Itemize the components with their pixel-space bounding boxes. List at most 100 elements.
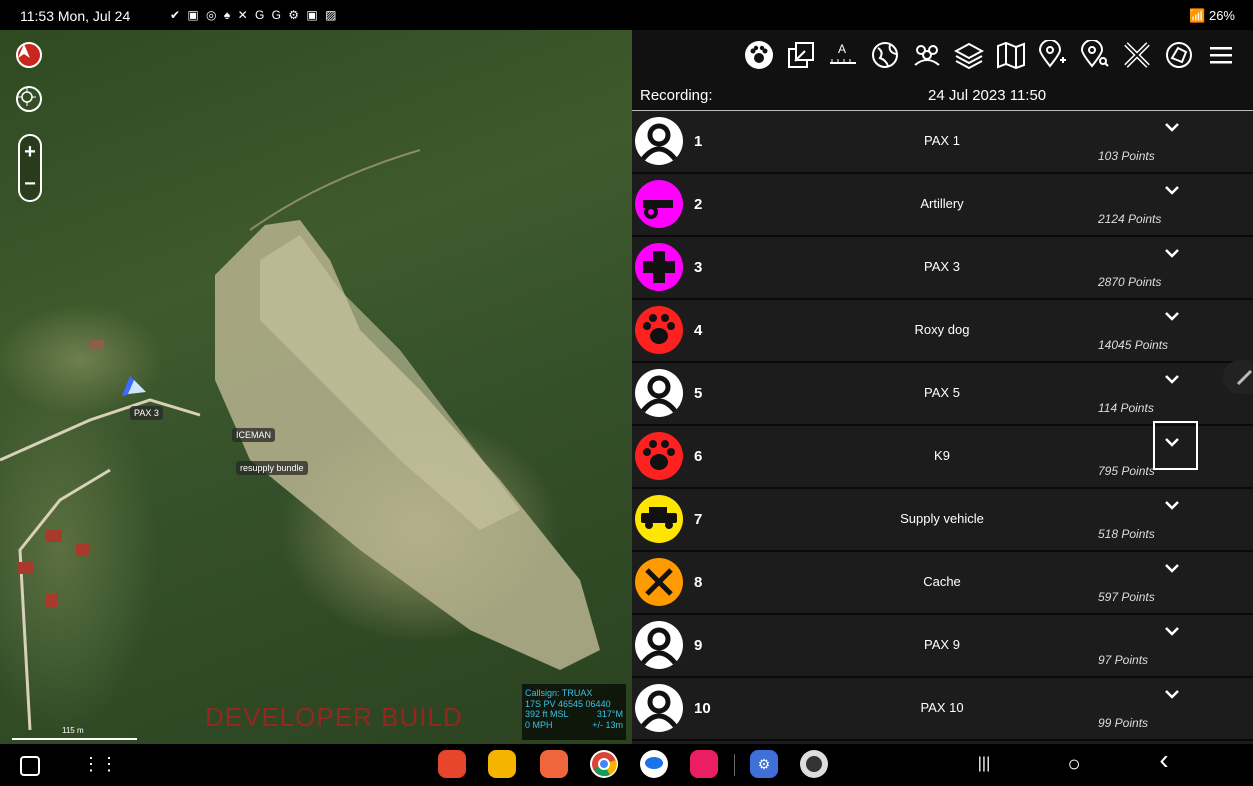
recording-label: Recording: bbox=[640, 87, 713, 104]
edit-pencil-button[interactable] bbox=[1223, 360, 1253, 394]
track-points: 114 Points bbox=[1098, 401, 1154, 415]
group-icon[interactable] bbox=[909, 37, 945, 73]
paw-icon bbox=[635, 432, 683, 480]
chevron-down-icon[interactable] bbox=[1164, 497, 1180, 515]
chevron-down-icon[interactable] bbox=[1164, 371, 1180, 389]
track-row[interactable]: 5 PAX 5 114 Points bbox=[632, 363, 1253, 426]
recording-header: Recording: 24 Jul 2023 11:50 bbox=[632, 80, 1253, 111]
track-row[interactable]: 10 PAX 10 99 Points bbox=[632, 678, 1253, 741]
track-number: 5 bbox=[694, 385, 703, 402]
pencil-icon bbox=[1236, 369, 1253, 386]
track-name: PAX 1 bbox=[924, 133, 960, 148]
chevron-down-icon[interactable] bbox=[1164, 308, 1180, 326]
messages-app-icon[interactable] bbox=[640, 750, 668, 778]
zoom-out-button[interactable]: − bbox=[20, 168, 40, 200]
track-name: Cache bbox=[923, 574, 961, 589]
track-points: 518 Points bbox=[1098, 527, 1155, 541]
clock: 11:53 Mon, Jul 24 bbox=[20, 8, 131, 24]
track-points: 597 Points bbox=[1098, 590, 1155, 604]
track-row[interactable]: 4 Roxy dog 14045 Points bbox=[632, 300, 1253, 363]
chevron-down-icon[interactable] bbox=[1164, 119, 1180, 137]
track-list-panel: A Recording: 24 Jul 2023 11:50 1 PAX 1 1… bbox=[632, 30, 1253, 744]
screen-icon[interactable] bbox=[20, 756, 40, 776]
chevron-down-icon[interactable] bbox=[1164, 245, 1180, 263]
track-name: Artillery bbox=[920, 196, 964, 211]
tools-icon bbox=[635, 558, 683, 606]
folder-app-icon[interactable] bbox=[488, 750, 516, 778]
person-icon bbox=[635, 369, 683, 417]
pax3-marker-icon[interactable] bbox=[120, 374, 160, 400]
menu-icon[interactable] bbox=[1203, 37, 1239, 73]
back-button[interactable]: ‹ bbox=[1150, 744, 1178, 775]
track-name: PAX 5 bbox=[924, 385, 960, 400]
track-name: K9 bbox=[934, 448, 950, 463]
track-name: PAX 10 bbox=[920, 700, 964, 715]
dock-divider bbox=[734, 754, 735, 776]
track-number: 9 bbox=[694, 637, 703, 654]
chrome-app-icon[interactable] bbox=[590, 750, 618, 778]
svg-text:A: A bbox=[838, 42, 846, 56]
settings-app-icon[interactable]: ⚙ bbox=[750, 750, 778, 778]
medical-cross-icon bbox=[635, 243, 683, 291]
person-icon bbox=[635, 117, 683, 165]
highlighted-expand-button[interactable] bbox=[1153, 421, 1198, 470]
track-number: 1 bbox=[694, 133, 703, 150]
chevron-down-icon[interactable] bbox=[1164, 623, 1180, 641]
track-name: Supply vehicle bbox=[900, 511, 984, 526]
paw-icon[interactable] bbox=[741, 37, 777, 73]
app-icon-1[interactable] bbox=[438, 750, 466, 778]
search-marker-icon[interactable] bbox=[1077, 37, 1113, 73]
layers-icon[interactable] bbox=[951, 37, 987, 73]
chevron-down-icon[interactable] bbox=[1164, 560, 1180, 578]
notification-icons: ✔ ▣ ◎ ♠ ✕ G G ⚙ ▣ ▨ bbox=[170, 8, 339, 22]
person-icon bbox=[635, 684, 683, 732]
home-button[interactable]: ○ bbox=[1060, 750, 1088, 778]
track-number: 2 bbox=[694, 196, 703, 213]
app-drawer-icon[interactable]: ⋮⋮ bbox=[82, 750, 118, 778]
callsign-info-panel: Callsign: TRUAX 17S PV 46545 06440 392 f… bbox=[522, 684, 626, 740]
top-toolbar: A bbox=[632, 30, 1253, 80]
chevron-down-icon[interactable] bbox=[1164, 686, 1180, 704]
track-row[interactable]: 8 Cache 597 Points bbox=[632, 552, 1253, 615]
battery-status: 📶 26% bbox=[1189, 8, 1235, 23]
compass-button[interactable] bbox=[16, 42, 42, 68]
track-row[interactable]: 2 Artillery 2124 Points bbox=[632, 174, 1253, 237]
track-name: PAX 9 bbox=[924, 637, 960, 652]
chevron-down-icon[interactable] bbox=[1164, 182, 1180, 200]
alert-icon[interactable] bbox=[1161, 37, 1197, 73]
track-row[interactable]: 9 PAX 9 97 Points bbox=[632, 615, 1253, 678]
track-row[interactable]: 1 PAX 1 103 Points bbox=[632, 111, 1253, 174]
export-icon[interactable] bbox=[783, 37, 819, 73]
recent-apps-button[interactable]: ||| bbox=[970, 750, 998, 778]
track-points: 103 Points bbox=[1098, 149, 1155, 163]
track-name: PAX 3 bbox=[924, 259, 960, 274]
map-label-resupply-bundle[interactable]: resupply bundle bbox=[236, 461, 308, 475]
track-row[interactable]: 3 PAX 3 2870 Points bbox=[632, 237, 1253, 300]
map-icon[interactable] bbox=[993, 37, 1029, 73]
camera-app-icon[interactable] bbox=[690, 750, 718, 778]
measure-icon[interactable]: A bbox=[825, 37, 861, 73]
status-bar: 11:53 Mon, Jul 24 ✔ ▣ ◎ ♠ ✕ G G ⚙ ▣ ▨ 📶 … bbox=[0, 0, 1253, 30]
map-label-pax3[interactable]: PAX 3 bbox=[130, 406, 163, 420]
person-icon bbox=[635, 621, 683, 669]
zoom-in-button[interactable]: + bbox=[20, 136, 40, 168]
track-points: 99 Points bbox=[1098, 716, 1149, 730]
map-scale-bar: 115 m bbox=[12, 726, 137, 740]
contacts-app-icon[interactable] bbox=[540, 750, 568, 778]
track-row[interactable]: 7 Supply vehicle 518 Points bbox=[632, 489, 1253, 552]
track-points: 14045 Points bbox=[1098, 338, 1169, 352]
track-points: 97 Points bbox=[1098, 653, 1149, 667]
locate-me-button[interactable] bbox=[16, 86, 42, 112]
atak-app-icon[interactable] bbox=[800, 750, 828, 778]
add-marker-icon[interactable] bbox=[1035, 37, 1071, 73]
track-number: 10 bbox=[694, 700, 711, 717]
globe-icon[interactable] bbox=[867, 37, 903, 73]
track-number: 8 bbox=[694, 574, 703, 591]
crosshair-icon bbox=[18, 88, 36, 106]
tools-icon[interactable] bbox=[1119, 37, 1155, 73]
cannon-icon bbox=[635, 180, 683, 228]
zoom-control: + − bbox=[18, 134, 42, 202]
map-label-iceman[interactable]: ICEMAN bbox=[232, 428, 276, 442]
track-number: 7 bbox=[694, 511, 703, 528]
map-view[interactable]: + − PAX 3 ICEMAN resupply bundle 115 m D… bbox=[0, 30, 632, 744]
